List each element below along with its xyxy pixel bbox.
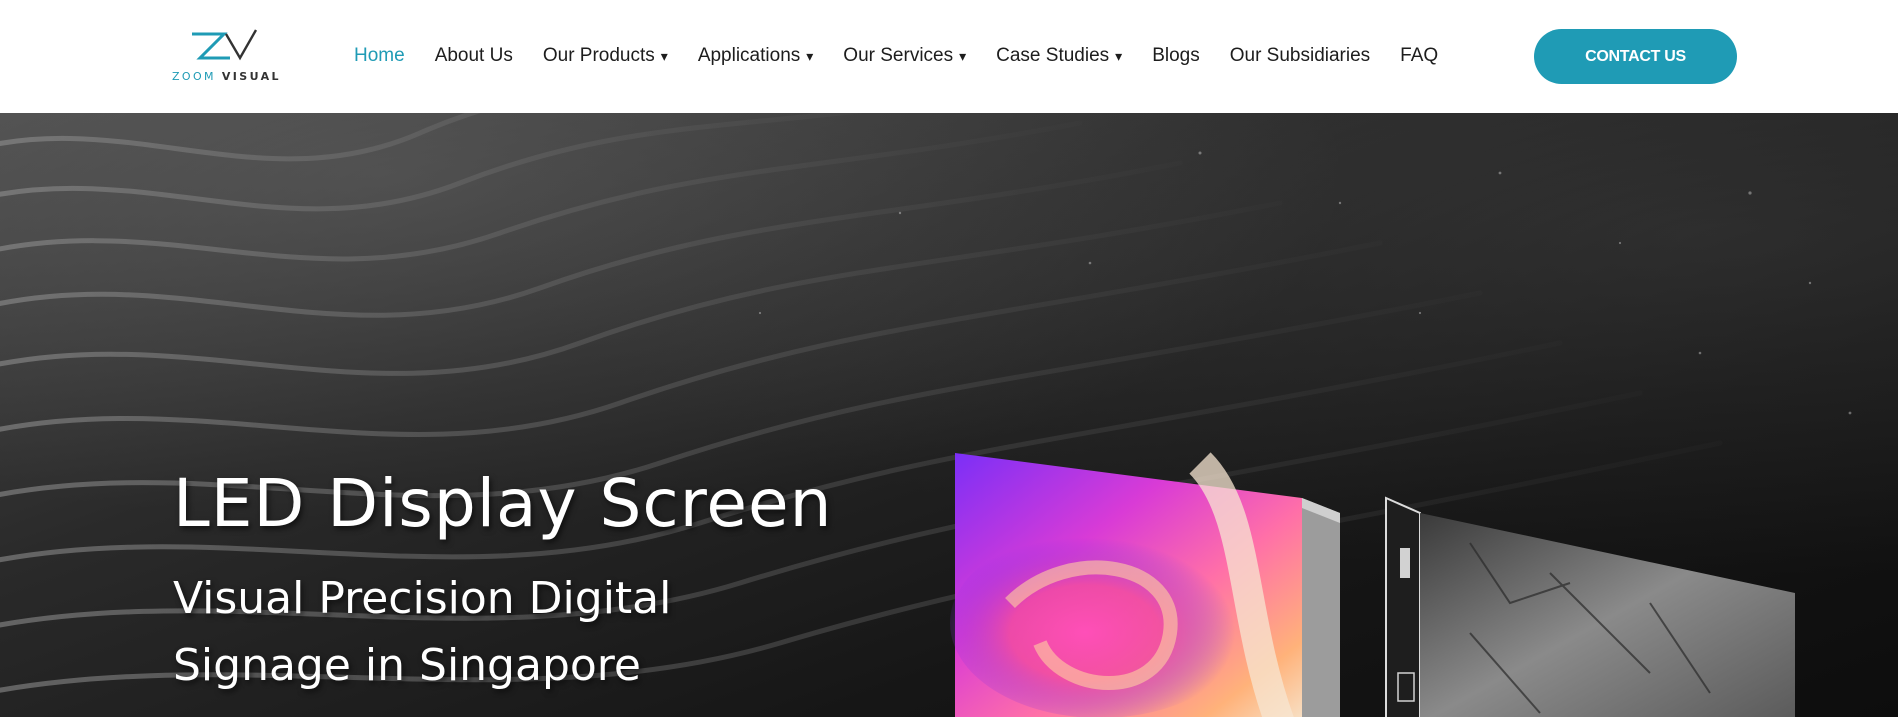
chevron-down-icon: ▾ bbox=[806, 47, 814, 64]
hero-banner: LED Display Screen Visual Precision Digi… bbox=[0, 113, 1898, 717]
nav-item-blogs[interactable]: Blogs bbox=[1152, 45, 1200, 67]
led-display-product-image bbox=[950, 452, 1795, 717]
hero-subtitle-line: Signage in Singapore bbox=[173, 640, 641, 691]
nav-item-label: Blogs bbox=[1152, 45, 1200, 66]
chevron-down-icon: ▾ bbox=[660, 47, 668, 64]
nav-item-about-us[interactable]: About Us bbox=[435, 45, 513, 67]
nav-item-label: FAQ bbox=[1400, 45, 1439, 66]
hero-subtitle: Visual Precision Digital Signage in Sing… bbox=[173, 565, 733, 699]
nav-item-our-services[interactable]: Our Services ▾ bbox=[843, 45, 966, 67]
nav-item-home[interactable]: Home bbox=[354, 45, 405, 67]
nav-item-label: Our Services bbox=[843, 45, 954, 66]
nav-item-case-studies[interactable]: Case Studies ▾ bbox=[996, 45, 1122, 67]
hero-title: LED Display Screen bbox=[173, 465, 833, 542]
nav-item-label: Applications bbox=[697, 45, 801, 66]
zoom-visual-logo[interactable]: ZOOM VISUAL bbox=[172, 28, 284, 84]
chevron-down-icon: ▾ bbox=[1115, 47, 1123, 64]
nav-item-applications[interactable]: Applications ▾ bbox=[698, 45, 813, 67]
nav-item-faq[interactable]: FAQ bbox=[1400, 45, 1438, 67]
nav-item-label: Case Studies bbox=[996, 45, 1110, 66]
nav-item-label: Home bbox=[354, 45, 405, 66]
nav-item-our-products[interactable]: Our Products ▾ bbox=[543, 45, 668, 67]
nav-item-our-subsidiaries[interactable]: Our Subsidiaries bbox=[1230, 45, 1370, 67]
site-header: ZOOM VISUAL Home About Us Our Products ▾… bbox=[0, 0, 1898, 114]
chevron-down-icon: ▾ bbox=[959, 47, 967, 64]
hero-subtitle-line: Visual Precision Digital bbox=[173, 573, 672, 624]
nav-item-label: Our Products bbox=[542, 45, 655, 66]
contact-us-button[interactable]: CONTACT US bbox=[1534, 29, 1737, 84]
logo-mark-icon bbox=[192, 29, 258, 61]
nav-item-label: About Us bbox=[434, 45, 513, 66]
logo-wordmark: ZOOM VISUAL bbox=[172, 70, 281, 83]
main-nav: Home About Us Our Products ▾ Application… bbox=[354, 43, 1468, 69]
nav-item-label: Our Subsidiaries bbox=[1229, 45, 1371, 66]
